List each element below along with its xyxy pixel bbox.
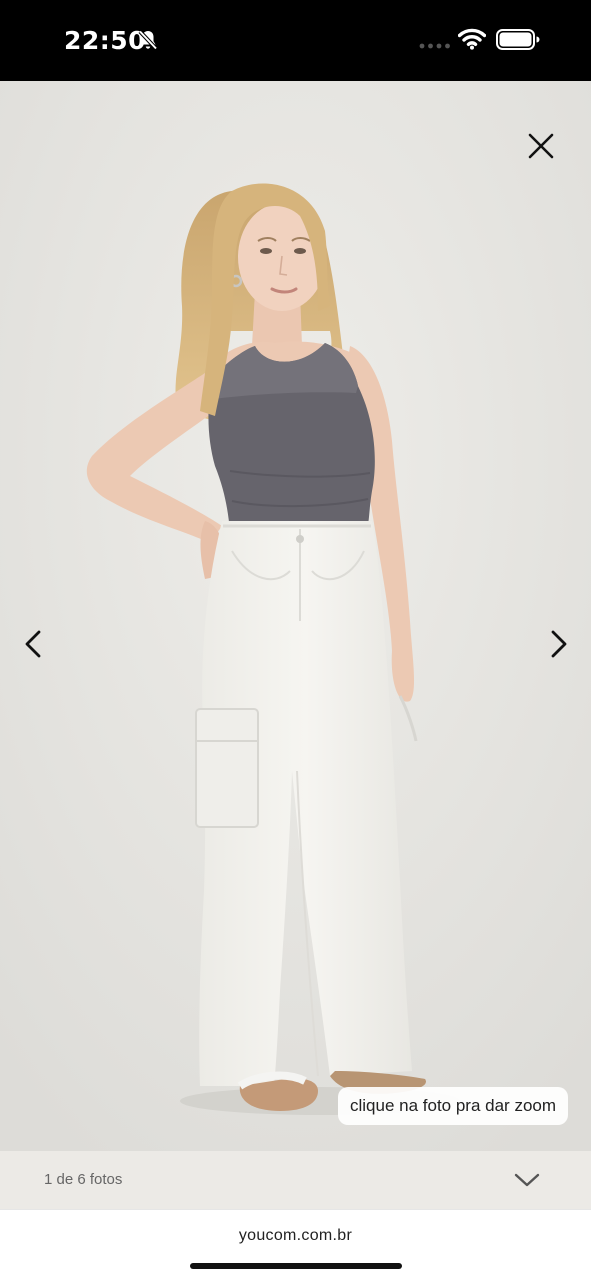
status-bar: 22:50	[0, 0, 591, 81]
photo-viewer: clique na foto pra dar zoom 1 de 6 fotos	[0, 81, 591, 1209]
browser-bar: youcom.com.br	[0, 1209, 591, 1280]
product-photo[interactable]	[0, 81, 591, 1151]
wifi-icon	[458, 28, 486, 50]
chevron-down-icon[interactable]	[512, 1167, 542, 1193]
chevron-right-icon[interactable]	[540, 626, 576, 662]
close-icon[interactable]	[520, 125, 562, 167]
battery-icon	[496, 29, 540, 50]
url-label[interactable]: youcom.com.br	[0, 1227, 591, 1245]
photo-info-bar: 1 de 6 fotos	[0, 1151, 591, 1209]
zoom-hint: clique na foto pra dar zoom	[338, 1087, 569, 1125]
chevron-left-icon[interactable]	[16, 626, 52, 662]
home-indicator[interactable]	[190, 1263, 402, 1269]
status-time: 22:50	[64, 26, 147, 55]
bell-slash-icon	[138, 30, 158, 50]
photo-counter: 1 de 6 fotos	[44, 1171, 123, 1188]
signal-icon	[419, 43, 450, 49]
